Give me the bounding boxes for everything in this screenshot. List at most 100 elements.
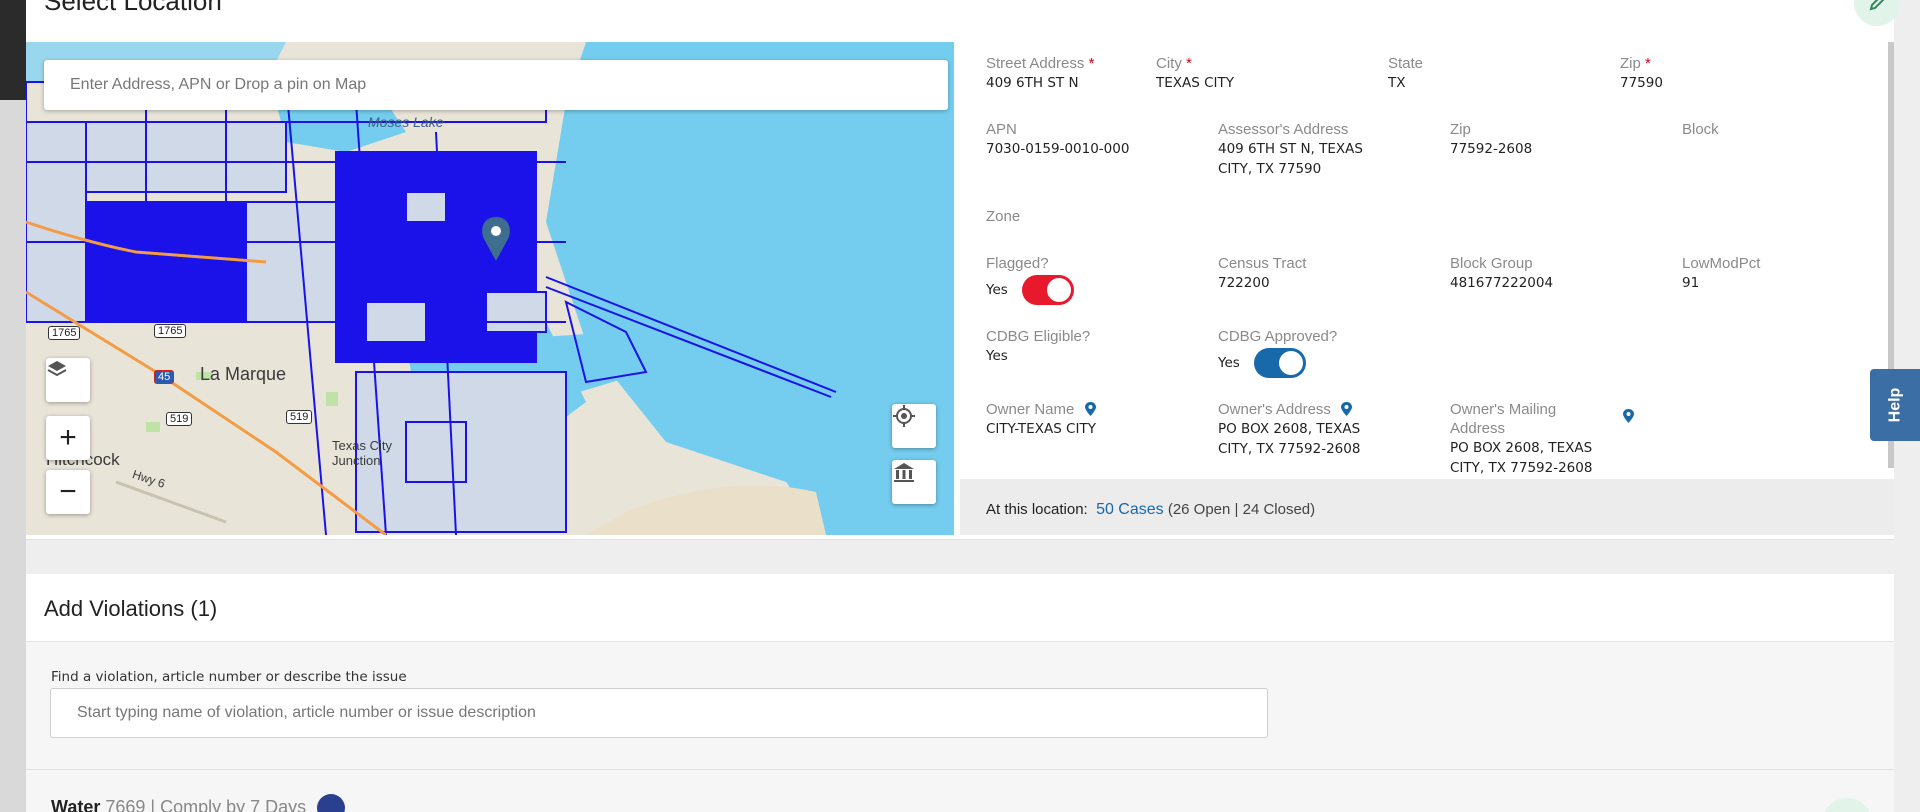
flagged-field: Flagged? Yes	[986, 254, 1075, 305]
city-value: TEXAS CITY	[1156, 75, 1235, 91]
violation-name: Water	[51, 796, 101, 812]
street-address-label: Street Address	[986, 55, 1085, 72]
locate-me-button[interactable]	[892, 404, 936, 448]
state-label: State	[1388, 55, 1424, 72]
apn-label: APN	[986, 121, 1017, 138]
owners-mailing-label-line2: Address	[1450, 420, 1506, 437]
cdbg-eligible-value: Yes	[986, 348, 1008, 364]
zip-field: Zip * 77590	[1620, 55, 1663, 91]
divider	[26, 769, 1894, 770]
help-button[interactable]: Help	[1870, 369, 1920, 441]
edit-location-button[interactable]	[1854, 0, 1900, 26]
map-search-input[interactable]: Enter Address, APN or Drop a pin on Map	[44, 60, 948, 110]
assessors-address-value-line2: CITY, TX 77590	[1218, 161, 1322, 177]
state-value: TX	[1388, 75, 1406, 91]
census-tract-label: Census Tract	[1218, 255, 1307, 272]
route-1765b-shield: 1765	[154, 324, 187, 338]
owners-mailing-value-line2: CITY, TX 77592-2608	[1450, 460, 1593, 476]
location-cases-footer: At this location: 50 Cases (26 Open | 24…	[960, 479, 1894, 535]
route-519b-shield: 519	[286, 410, 313, 424]
cdbg-approved-toggle[interactable]	[1254, 348, 1307, 378]
zip2-label: Zip	[1450, 121, 1471, 138]
city-field: City * TEXAS CITY	[1156, 55, 1235, 91]
crosshair-icon	[893, 405, 915, 427]
cdbg-approved-label: CDBG Approved?	[1218, 328, 1338, 345]
toggle-knob	[1047, 278, 1072, 302]
violation-search-input[interactable]: Start typing name of violation, article …	[50, 688, 1268, 738]
layers-icon	[47, 361, 67, 377]
cases-detail: (26 Open | 24 Closed)	[1167, 501, 1316, 518]
violation-edit-button[interactable]	[1822, 798, 1872, 812]
lowmodpct-label: LowModPct	[1682, 255, 1761, 272]
map-pin-icon[interactable]	[1084, 402, 1096, 416]
census-tract-value: 722200	[1218, 275, 1270, 291]
add-violations-card: Add Violations (1) Find a violation, art…	[26, 574, 1894, 812]
map-canvas[interactable]	[26, 42, 954, 535]
block-label: Block	[1682, 121, 1719, 138]
left-panel-dark	[0, 0, 26, 100]
cases-link[interactable]: 50 Cases	[1096, 501, 1164, 518]
apn-value: 7030-0159-0010-000	[986, 141, 1130, 157]
zoom-out-button[interactable]: −	[46, 470, 90, 514]
lowmodpct-value: 91	[1682, 275, 1700, 291]
owner-name-field: Owner Name CITY-TEXAS CITY	[986, 400, 1096, 439]
texas-city-junction-label: Texas City Junction	[332, 438, 392, 468]
flagged-toggle[interactable]	[1022, 275, 1075, 305]
cdbg-eligible-field: CDBG Eligible? Yes	[986, 327, 1090, 366]
owners-mailing-label-line1: Owner's Mailing	[1450, 401, 1557, 418]
cdbg-eligible-label: CDBG Eligible?	[986, 328, 1091, 345]
zone-label: Zone	[986, 208, 1021, 225]
violation-item: Water 7669 | Comply by 7 Days	[51, 794, 346, 812]
find-violation-label: Find a violation, article number or desc…	[51, 669, 407, 685]
map-pin-icon[interactable]	[1623, 409, 1634, 423]
owners-address-label: Owner's Address	[1218, 401, 1331, 418]
state-field: State TX	[1388, 54, 1423, 93]
apn-field: APN 7030-0159-0010-000	[986, 120, 1129, 159]
building-icon	[894, 463, 914, 482]
pencil-icon	[1869, 0, 1885, 11]
zoom-in-button[interactable]: +	[46, 416, 90, 460]
violation-comply: | Comply by 7 Days	[150, 796, 307, 812]
location-details-panel: Street Address * 409 6TH ST N City * TEX…	[960, 42, 1894, 479]
owners-mailing-field: Owner's Mailing Address PO BOX 2608, TEX…	[1450, 400, 1650, 478]
violation-code: 7669	[105, 796, 146, 812]
street-address-field: Street Address * 409 6TH ST N	[986, 55, 1095, 91]
parcel-layer-button[interactable]	[892, 460, 936, 504]
block-group-field: Block Group 481677222004	[1450, 254, 1553, 293]
street-address-value: 409 6TH ST N	[986, 75, 1079, 91]
la-marque-label: La Marque	[200, 364, 287, 384]
owners-address-field: Owner's Address PO BOX 2608, TEXAS CITY,…	[1218, 400, 1360, 459]
document-icon[interactable]	[317, 794, 346, 812]
assessors-address-value-line1: 409 6TH ST N, TEXAS	[1218, 141, 1363, 157]
block-field: Block	[1682, 120, 1719, 139]
flagged-value: Yes	[986, 282, 1008, 298]
route-1765-shield: 1765	[48, 326, 81, 340]
zip-value: 77590	[1620, 75, 1663, 91]
owner-name-label: Owner Name	[986, 401, 1075, 418]
violations-header: Add Violations (1)	[26, 574, 1894, 642]
map-pin-icon[interactable]	[1341, 402, 1353, 416]
zip2-value: 77592-2608	[1450, 141, 1533, 157]
map-view[interactable]: Enter Address, APN or Drop a pin on Map …	[26, 42, 954, 535]
help-label: Help	[1885, 387, 1903, 423]
assessors-address-label: Assessor's Address	[1218, 121, 1349, 138]
census-tract-field: Census Tract 722200	[1218, 254, 1306, 293]
lowmodpct-field: LowModPct 91	[1682, 254, 1760, 293]
owner-name-value: CITY-TEXAS CITY	[986, 421, 1096, 437]
layers-button[interactable]	[46, 358, 90, 402]
at-location-label: At this location:	[986, 501, 1088, 518]
i45-shield: 45	[154, 370, 175, 384]
city-label: City	[1156, 55, 1182, 72]
flagged-label: Flagged?	[986, 255, 1049, 272]
block-group-value: 481677222004	[1450, 275, 1554, 291]
left-panel	[0, 100, 26, 812]
violations-title: Add Violations (1)	[44, 596, 218, 621]
zip2-field: Zip 77592-2608	[1450, 120, 1532, 159]
page-title: Select Location	[44, 0, 222, 16]
block-group-label: Block Group	[1450, 255, 1533, 272]
owners-mailing-value-line1: PO BOX 2608, TEXAS	[1450, 440, 1593, 456]
cdbg-approved-value: Yes	[1218, 355, 1240, 371]
owners-address-value-line2: CITY, TX 77592-2608	[1218, 441, 1361, 457]
owners-address-value-line1: PO BOX 2608, TEXAS	[1218, 421, 1361, 437]
zip-label: Zip	[1620, 55, 1641, 72]
